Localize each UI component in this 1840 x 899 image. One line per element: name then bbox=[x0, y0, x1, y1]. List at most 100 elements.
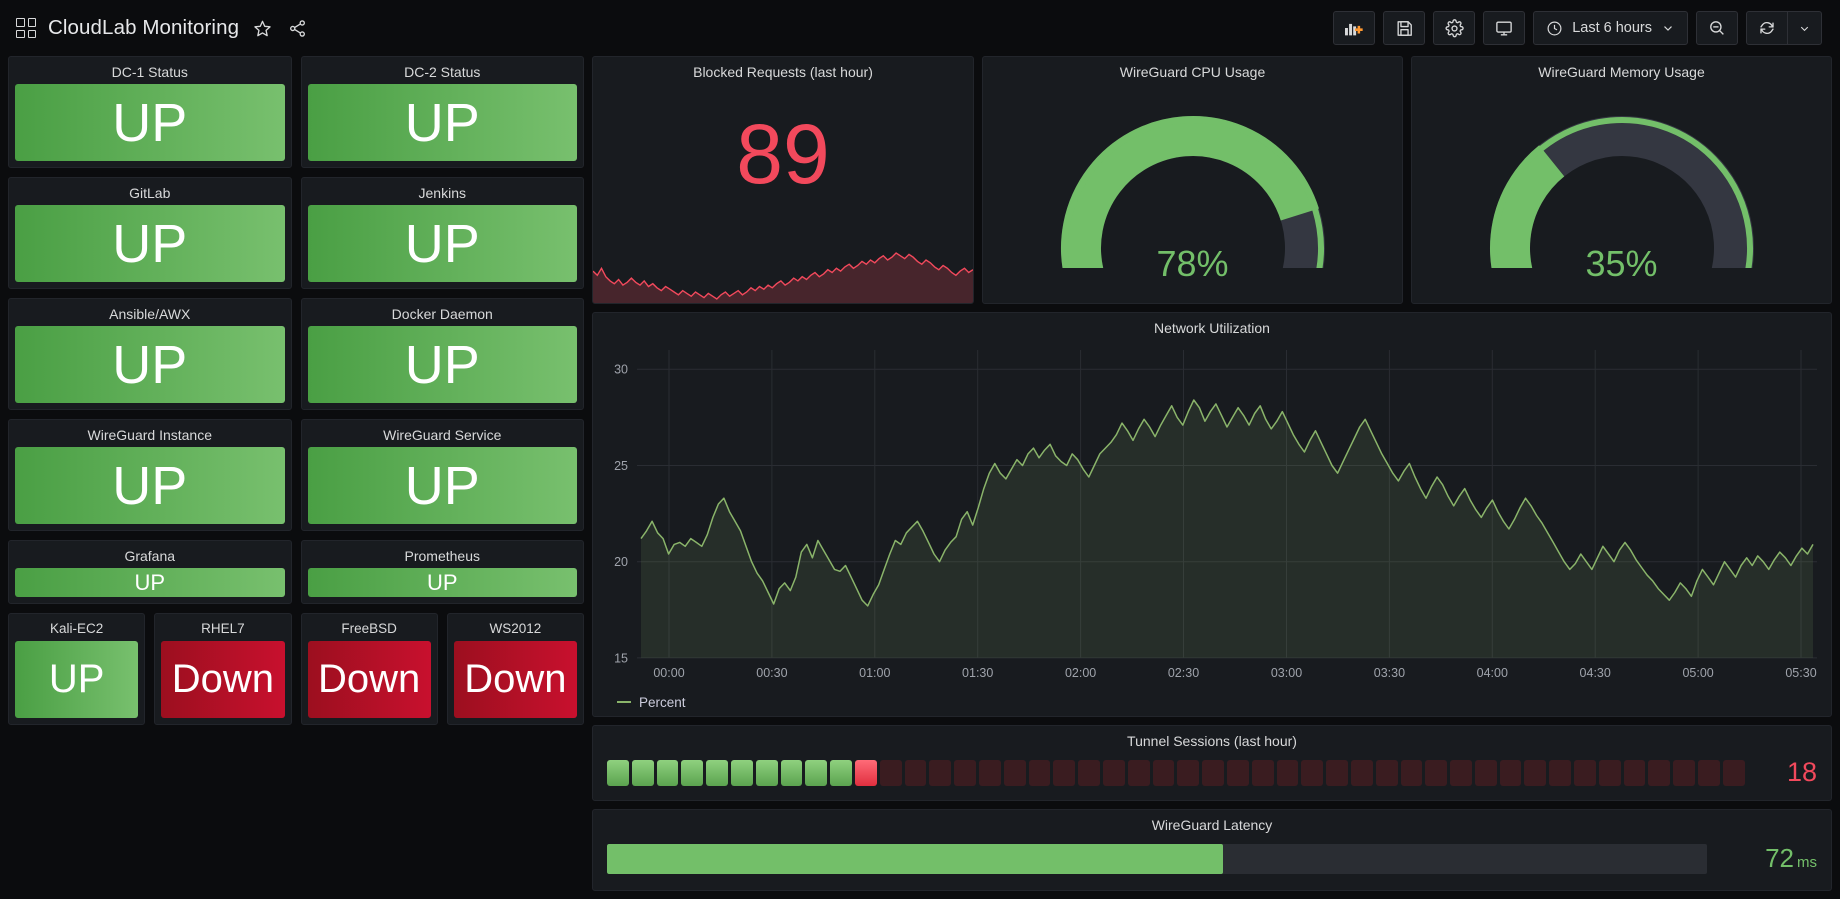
led-segment bbox=[1226, 759, 1249, 786]
panel-title: Kali-EC2 bbox=[49, 621, 104, 636]
status-panel-ws2012[interactable]: WS2012 Down bbox=[446, 613, 584, 725]
dashboard-grid-icon bbox=[16, 18, 36, 38]
status-panel-wireguard-service[interactable]: WireGuard Service UP bbox=[300, 419, 584, 531]
tunnel-sessions-panel[interactable]: Tunnel Sessions (last hour) 18 bbox=[592, 725, 1832, 801]
led-segment bbox=[1053, 759, 1076, 786]
status-value: UP bbox=[15, 326, 285, 403]
top-metrics-row: Blocked Requests (last hour) 89 WireGuar… bbox=[592, 56, 1832, 304]
share-icon[interactable] bbox=[286, 17, 309, 40]
status-value: UP bbox=[15, 84, 285, 161]
status-row: Ansible/AWX UP Docker Daemon UP bbox=[8, 298, 584, 410]
svg-text:04:30: 04:30 bbox=[1580, 666, 1611, 680]
led-segment bbox=[1722, 759, 1745, 786]
save-dashboard-button[interactable] bbox=[1383, 11, 1426, 45]
time-range-picker[interactable]: Last 6 hours bbox=[1533, 11, 1688, 45]
status-panel-jenkins[interactable]: Jenkins UP bbox=[300, 177, 584, 289]
dashboard-body: DC-1 Status UP DC-2 Status UP GitLab UP Jenkin… bbox=[0, 56, 1840, 899]
blocked-requests-value: 89 bbox=[736, 107, 830, 202]
led-segment bbox=[607, 759, 629, 786]
network-timeseries-chart: 15 20 25 30 00:00 00:30 01:00 01:30 02:00 02:30 03… bbox=[614, 350, 1817, 680]
network-utilization-panel[interactable]: Network Utilization 15 20 25 30 00:00 00:30 01… bbox=[592, 312, 1832, 717]
led-segment bbox=[755, 759, 778, 786]
status-row: WireGuard Instance UP WireGuard Service UP bbox=[8, 419, 584, 531]
tv-mode-button[interactable] bbox=[1483, 11, 1526, 45]
status-panel-dc-2-status[interactable]: DC-2 Status UP bbox=[300, 56, 584, 168]
legend-label: Percent bbox=[639, 694, 686, 710]
led-segment bbox=[681, 759, 704, 786]
metrics-column: Blocked Requests (last hour) 89 WireGuar… bbox=[592, 56, 1832, 891]
led-segment bbox=[1623, 759, 1646, 786]
wireguard-cpu-gauge-panel[interactable]: WireGuard CPU Usage 78% bbox=[982, 56, 1403, 304]
panel-title: WireGuard Latency bbox=[1151, 817, 1273, 833]
status-panel-dc-1-status[interactable]: DC-1 Status UP bbox=[8, 56, 292, 168]
status-value: Down bbox=[161, 640, 285, 718]
zoom-out-time-button[interactable] bbox=[1696, 11, 1738, 45]
svg-text:03:00: 03:00 bbox=[1271, 666, 1302, 680]
svg-text:00:00: 00:00 bbox=[653, 666, 684, 680]
star-icon[interactable] bbox=[251, 17, 274, 40]
time-range-label: Last 6 hours bbox=[1572, 20, 1652, 36]
chart-legend[interactable]: Percent bbox=[593, 688, 1831, 716]
status-panel-prometheus[interactable]: Prometheus UP bbox=[300, 540, 584, 604]
clock-icon bbox=[1547, 21, 1562, 35]
panel-title: Jenkins bbox=[418, 185, 466, 201]
status-row: DC-1 Status UP DC-2 Status UP bbox=[8, 56, 584, 168]
panel-title: DC-1 Status bbox=[111, 64, 188, 80]
status-value: Down bbox=[453, 640, 577, 718]
led-segment bbox=[1301, 759, 1324, 786]
svg-text:03:30: 03:30 bbox=[1374, 666, 1405, 680]
led-segment bbox=[656, 759, 679, 786]
led-segment bbox=[730, 759, 753, 786]
status-value: UP bbox=[15, 568, 285, 597]
status-panel-rhel7[interactable]: RHEL7 Down bbox=[154, 613, 292, 725]
wireguard-latency-panel[interactable]: WireGuard Latency 72 ms bbox=[592, 809, 1832, 891]
add-panel-button[interactable] bbox=[1333, 11, 1376, 45]
latency-body: 72 ms bbox=[593, 837, 1831, 890]
gauge-body: 35% bbox=[1412, 84, 1831, 303]
latency-unit: ms bbox=[1797, 854, 1817, 872]
led-segment bbox=[1028, 759, 1051, 786]
status-panel-wireguard-instance[interactable]: WireGuard Instance UP bbox=[8, 419, 292, 531]
svg-text:01:00: 01:00 bbox=[859, 666, 890, 680]
svg-text:25: 25 bbox=[614, 459, 628, 473]
status-value: Down bbox=[307, 640, 431, 718]
wireguard-memory-gauge-panel[interactable]: WireGuard Memory Usage 35% bbox=[1411, 56, 1832, 304]
led-segment bbox=[1499, 759, 1522, 786]
led-segment bbox=[1375, 759, 1398, 786]
gauge-arc bbox=[1060, 116, 1325, 269]
status-panel-kali-ec2[interactable]: Kali-EC2 UP bbox=[8, 613, 146, 725]
panel-title: Tunnel Sessions (last hour) bbox=[1127, 733, 1297, 749]
status-panel-freebsd[interactable]: FreeBSD Down bbox=[300, 613, 438, 725]
status-row: GitLab UP Jenkins UP bbox=[8, 177, 584, 289]
panel-title: Blocked Requests (last hour) bbox=[693, 64, 873, 80]
latency-bar-track bbox=[607, 843, 1707, 874]
panel-title: GitLab bbox=[129, 185, 171, 201]
status-panel-ansible-awx[interactable]: Ansible/AWX UP bbox=[8, 298, 292, 410]
refresh-interval-dropdown[interactable] bbox=[1788, 11, 1822, 45]
svg-text:04:00: 04:00 bbox=[1477, 666, 1508, 680]
tunnel-sessions-value: 18 bbox=[1786, 757, 1817, 788]
gauge-arc bbox=[1489, 116, 1754, 269]
led-segment bbox=[1152, 759, 1175, 786]
status-panel-docker-daemon[interactable]: Docker Daemon UP bbox=[300, 298, 584, 410]
led-segment bbox=[1425, 759, 1448, 786]
status-panel-grafana[interactable]: Grafana UP bbox=[8, 540, 292, 604]
zoom-out-icon bbox=[1710, 21, 1724, 35]
panel-title: WireGuard Memory Usage bbox=[1538, 64, 1705, 80]
led-segment bbox=[854, 759, 877, 786]
latency-value: 72 ms bbox=[1725, 843, 1817, 874]
refresh-button[interactable] bbox=[1746, 11, 1788, 45]
led-segment bbox=[1698, 759, 1720, 786]
status-panel-gitlab[interactable]: GitLab UP bbox=[8, 177, 292, 289]
blocked-requests-panel[interactable]: Blocked Requests (last hour) 89 bbox=[592, 56, 974, 304]
led-segment bbox=[1350, 759, 1373, 786]
dashboard-settings-button[interactable] bbox=[1433, 11, 1476, 45]
status-value: UP bbox=[307, 84, 577, 161]
panel-title: Docker Daemon bbox=[391, 306, 493, 322]
tunnel-sessions-body: 18 bbox=[593, 753, 1831, 800]
led-segment bbox=[978, 759, 1001, 786]
led-segment bbox=[1450, 759, 1472, 786]
led-segment bbox=[780, 759, 803, 786]
panel-title: WireGuard CPU Usage bbox=[1119, 64, 1266, 80]
timeseries-plot-area: 15 20 25 30 00:00 00:30 01:00 01:30 02:00 02:30 03… bbox=[593, 340, 1831, 688]
